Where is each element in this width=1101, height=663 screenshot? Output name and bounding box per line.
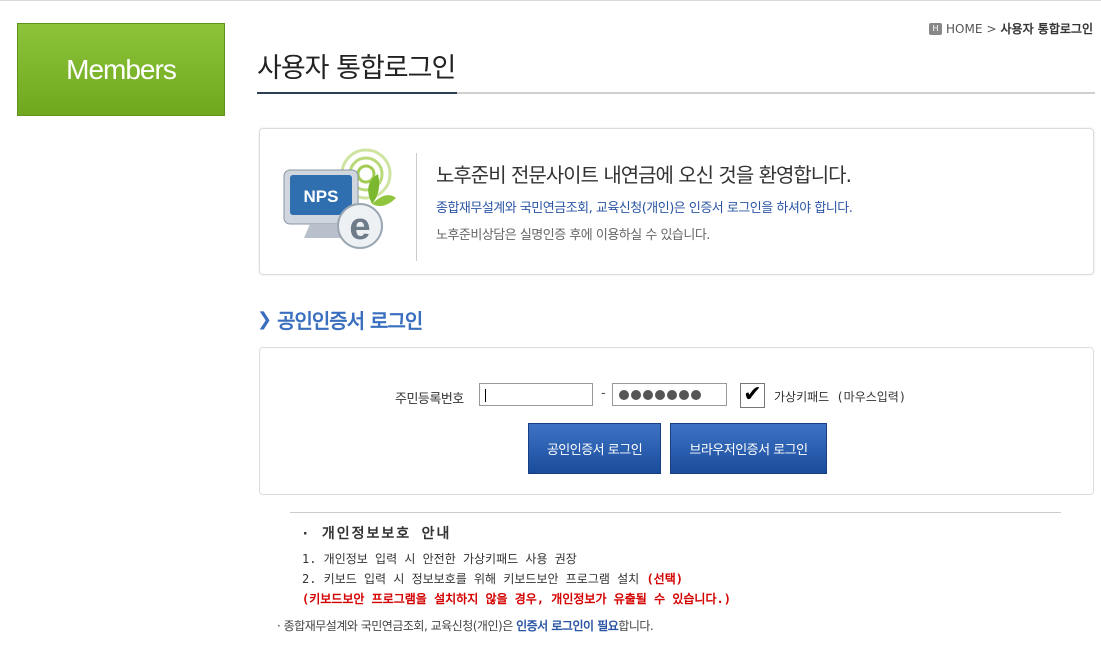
welcome-box: NPS e 노후준비 전문사이트 내연금에 오신 것을 환영합니다. 종합재무설…: [259, 128, 1094, 275]
footer-note-prefix: · 종합재무설계와 국민연금조회, 교육신청(개인)은: [277, 619, 513, 633]
footer-note-emphasis: 인증서 로그인이 필요: [516, 619, 619, 633]
svg-text:e: e: [349, 206, 370, 248]
members-label: Members: [66, 53, 177, 85]
masked-digit-dot: [679, 389, 689, 400]
cert-login-button[interactable]: 공인인증서 로그인: [528, 423, 661, 474]
privacy-notice-title: · 개인정보보호 안내: [301, 526, 452, 542]
privacy-notice-item-2-text: 2. 키보드 입력 시 정보보호를 위해 키보드보안 프로그램 설치: [302, 572, 640, 586]
privacy-warning: (키보드보안 프로그램을 설치하지 않을 경우, 개인정보가 유출될 수 있습니…: [302, 592, 731, 606]
masked-digit-dot: [619, 389, 629, 400]
rrn-dash: -: [601, 386, 606, 401]
masked-digit-dot: [643, 389, 653, 400]
privacy-notice-item-1: 1. 개인정보 입력 시 안전한 가상키패드 사용 권장: [302, 552, 577, 566]
breadcrumb-current: 사용자 통합로그인: [1000, 22, 1094, 36]
page-title: 사용자 통합로그인: [257, 53, 456, 84]
cert-login-title-text: 공인인증서 로그인: [277, 309, 423, 333]
masked-digit-dot: [655, 389, 665, 400]
cert-login-section-title: ❯ 공인인증서 로그인: [257, 305, 423, 334]
masked-digit-dot: [631, 389, 641, 400]
members-banner[interactable]: Members: [17, 23, 225, 116]
welcome-headline: 노후준비 전문사이트 내연금에 오신 것을 환영합니다.: [436, 163, 852, 187]
privacy-notice-item-2: 2. 키보드 입력 시 정보보호를 위해 키보드보안 프로그램 설치 (선택): [302, 570, 683, 587]
top-border-line: [0, 0, 1101, 1]
rrn-label: 주민등록번호: [395, 392, 464, 407]
optional-highlight: (선택): [646, 572, 683, 586]
welcome-divider: [416, 153, 417, 261]
footer-note-suffix: 합니다.: [618, 619, 654, 633]
breadcrumb-separator: >: [986, 21, 997, 36]
title-divider: [257, 92, 1095, 94]
cert-login-box: 주민등록번호 - ✔ 가상키패드 (마우스입력) 공인인증서 로그인 브라우저인…: [259, 347, 1094, 495]
virtual-keypad-checkbox[interactable]: ✔: [740, 383, 765, 408]
svg-text:NPS: NPS: [304, 187, 339, 206]
home-icon: H: [929, 22, 943, 35]
welcome-notice-gray: 노후준비상담은 실명인증 후에 이용하실 수 있습니다.: [436, 228, 710, 243]
browser-cert-login-button[interactable]: 브라우저인증서 로그인: [670, 423, 827, 474]
masked-digit-dot: [691, 389, 701, 400]
rrn-back-input[interactable]: [612, 383, 727, 406]
masked-digit-dot: [667, 389, 677, 400]
breadcrumb: H HOME > 사용자 통합로그인: [929, 20, 1093, 37]
notice-divider: [290, 512, 1061, 513]
footer-note: · 종합재무설계와 국민연금조회, 교육신청(개인)은 인증서 로그인이 필요합…: [277, 617, 654, 634]
rrn-front-input[interactable]: [479, 383, 593, 406]
text-cursor: [485, 389, 486, 402]
virtual-keypad-label: 가상키패드 (마우스입력): [774, 390, 907, 404]
welcome-notice-blue: 종합재무설계와 국민연금조회, 교육신청(개인)은 인증서 로그인을 하셔야 합…: [436, 201, 853, 216]
breadcrumb-home[interactable]: HOME: [946, 22, 982, 36]
nps-monitor-logo-icon: NPS e: [283, 148, 396, 249]
chevron-right-icon: ❯: [257, 309, 272, 330]
